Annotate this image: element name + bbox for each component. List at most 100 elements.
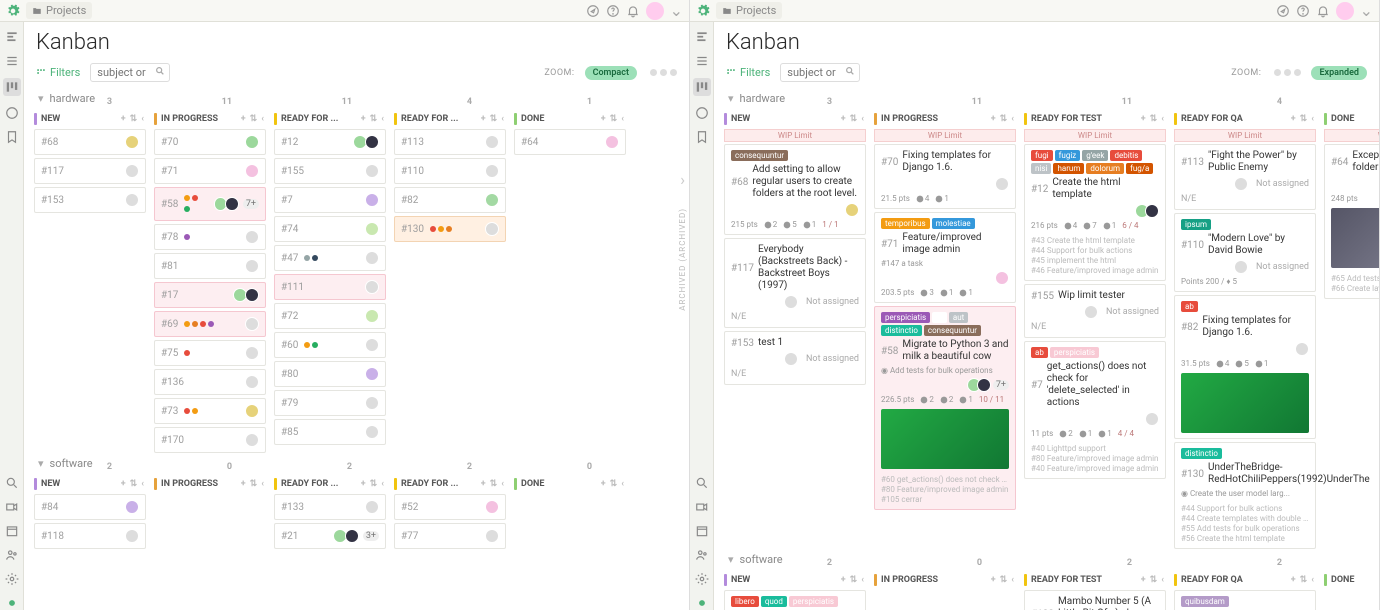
issues-icon[interactable] (695, 106, 709, 120)
fold-icon[interactable]: ‹ (1311, 114, 1314, 124)
card[interactable]: #71 (154, 158, 266, 184)
card[interactable]: #17 (154, 282, 266, 308)
video-icon[interactable] (5, 500, 19, 514)
card[interactable]: #68 (34, 129, 146, 155)
issues-icon[interactable] (5, 106, 19, 120)
card[interactable]: #130 (394, 216, 506, 242)
fold-icon[interactable]: ‹ (1011, 575, 1014, 585)
card[interactable]: #77 (394, 523, 506, 549)
card[interactable]: #73 (154, 398, 266, 424)
section-header[interactable]: ▾hardware (32, 88, 628, 109)
card[interactable]: #117Everybody (Backstreets Back) - Backs… (724, 238, 866, 328)
fold-icon[interactable]: ‹ (621, 479, 624, 489)
avatar[interactable] (646, 2, 664, 20)
options-icon[interactable]: ⇅ (1000, 114, 1008, 124)
team-icon[interactable] (5, 548, 19, 562)
add-card-icon[interactable]: + (1291, 575, 1296, 585)
bookmark-icon[interactable] (695, 130, 709, 144)
add-card-icon[interactable]: + (481, 114, 486, 124)
add-card-icon[interactable]: + (361, 479, 366, 489)
card[interactable]: #153test 1Not assignedN/E (724, 331, 866, 385)
add-card-icon[interactable]: + (481, 479, 486, 489)
card[interactable]: #80 (274, 361, 386, 387)
card[interactable]: fugifugizg'eekdebitisnisiharumdolorumfug… (1024, 144, 1166, 281)
search-icon[interactable] (155, 66, 165, 76)
timeline-icon[interactable] (5, 30, 19, 44)
add-card-icon[interactable]: + (841, 114, 846, 124)
chevron-down-icon[interactable]: ⌄ (1360, 1, 1373, 20)
fold-icon[interactable]: ‹ (1161, 114, 1164, 124)
fold-icon[interactable]: ‹ (381, 479, 384, 489)
options-icon[interactable]: ⇅ (1300, 575, 1308, 585)
card[interactable]: #84 (34, 494, 146, 520)
help-icon[interactable] (1296, 4, 1310, 18)
add-card-icon[interactable]: + (991, 575, 996, 585)
add-card-icon[interactable]: + (1141, 114, 1146, 124)
card[interactable]: temporibusmolestiae#71Feature/improved i… (874, 212, 1016, 303)
fold-icon[interactable]: ‹ (1311, 575, 1314, 585)
compass-icon[interactable] (586, 4, 600, 18)
add-card-icon[interactable]: + (841, 575, 846, 585)
gear-icon[interactable] (696, 4, 710, 18)
card[interactable]: #133 (274, 494, 386, 520)
kanban-icon[interactable] (3, 78, 21, 96)
card[interactable]: #153 (34, 187, 146, 213)
card[interactable]: #64Exception is th add a folder with e24… (1324, 144, 1379, 299)
chevron-down-icon[interactable]: ⌄ (670, 1, 683, 20)
kanban-icon[interactable] (693, 78, 711, 96)
search-icon[interactable] (845, 66, 855, 76)
zoom-dots[interactable] (647, 66, 677, 79)
fold-icon[interactable]: ‹ (1161, 575, 1164, 585)
options-icon[interactable]: ⇅ (490, 114, 498, 124)
card[interactable]: #82 (394, 187, 506, 213)
fold-icon[interactable]: ‹ (501, 114, 504, 124)
fold-icon[interactable]: ‹ (381, 114, 384, 124)
card[interactable]: #69 (154, 311, 266, 337)
add-card-icon[interactable]: + (121, 114, 126, 124)
card[interactable]: #85 (274, 419, 386, 445)
card[interactable]: #587+ (154, 187, 266, 221)
card[interactable]: #170 (154, 427, 266, 453)
add-card-icon[interactable]: + (121, 479, 126, 489)
card[interactable]: liberoquodperspiciatis#84Experimental: m… (724, 590, 866, 610)
projects-crumb[interactable]: Projects (26, 2, 92, 19)
options-icon[interactable]: ⇅ (1000, 575, 1008, 585)
card[interactable]: #133Mambo Number 5 (A Little Bit Of...) … (1024, 590, 1166, 610)
card[interactable]: #12 (274, 129, 386, 155)
card[interactable]: #81 (154, 253, 266, 279)
options-icon[interactable]: ⇅ (250, 114, 258, 124)
card[interactable]: distinctio#130UnderTheBridge-RedHotChili… (1174, 442, 1316, 549)
bookmark-icon[interactable] (5, 130, 19, 144)
options-icon[interactable]: ⇅ (370, 479, 378, 489)
chevron-down-icon[interactable]: ▾ (38, 92, 44, 105)
filters-toggle[interactable]: Filters (726, 66, 770, 79)
options-icon[interactable]: ⇅ (1300, 114, 1308, 124)
add-card-icon[interactable]: + (1291, 114, 1296, 124)
card[interactable]: #118 (34, 523, 146, 549)
calendar-icon[interactable] (5, 524, 19, 538)
add-card-icon[interactable]: + (1141, 575, 1146, 585)
card[interactable]: #110 (394, 158, 506, 184)
chevron-down-icon[interactable]: ▾ (38, 457, 44, 470)
backlog-icon[interactable] (695, 54, 709, 68)
zoom-pill-compact[interactable]: Compact (585, 66, 637, 80)
card[interactable]: #7 (274, 187, 386, 213)
settings-icon[interactable] (695, 572, 709, 586)
zoom-pill-expanded[interactable]: Expanded (1311, 66, 1367, 80)
video-icon[interactable] (695, 500, 709, 514)
card[interactable]: #52 (394, 494, 506, 520)
filters-toggle[interactable]: Filters (36, 66, 80, 79)
card[interactable]: #60 (274, 332, 386, 358)
fold-icon[interactable]: ‹ (141, 479, 144, 489)
add-card-icon[interactable]: + (361, 114, 366, 124)
bell-icon[interactable] (1316, 4, 1330, 18)
card[interactable]: perspiciatis❤autdistinctioconsequuntur#5… (874, 306, 1016, 510)
card[interactable]: ab#82Fixing templates for Django 1.6.31.… (1174, 295, 1316, 439)
card[interactable]: #70Fixing templates for Django 1.6.21.5 … (874, 144, 1016, 209)
projects-crumb[interactable]: Projects (716, 2, 782, 19)
calendar-icon[interactable] (695, 524, 709, 538)
card[interactable]: abperspiciatis#7get_actions() does not c… (1024, 341, 1166, 479)
card[interactable]: #64 (514, 129, 626, 155)
chevron-down-icon[interactable]: ▾ (728, 92, 734, 105)
add-card-icon[interactable]: + (241, 479, 246, 489)
